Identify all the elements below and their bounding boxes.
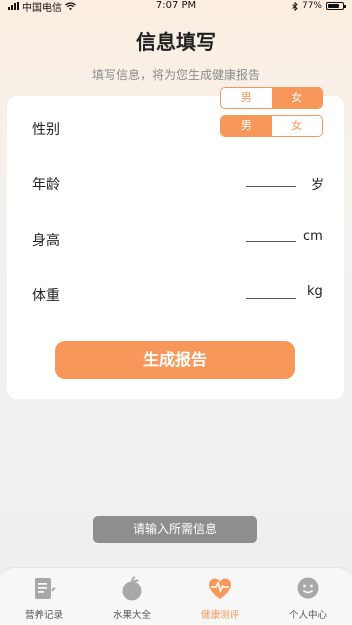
gender-option-male[interactable]: 男	[221, 88, 272, 108]
tab-label: 个人中心	[288, 610, 327, 621]
gender-label: 性别	[32, 122, 60, 138]
tab-fruit-encyclopedia[interactable]: 水果大全	[88, 568, 176, 625]
battery-icon	[326, 2, 346, 10]
gender-option-female[interactable]: 女	[272, 116, 323, 136]
page-subtitle: 填写信息，将为您生成健康报告	[91, 68, 260, 82]
height-label: 身高	[32, 233, 60, 249]
age-label: 年龄	[32, 177, 60, 193]
weight-unit: kg	[307, 284, 323, 299]
age-input[interactable]	[246, 186, 296, 187]
tab-personal-center[interactable]: 个人中心	[264, 568, 352, 625]
gender-toggle: 男 女	[220, 115, 323, 137]
tab-health-assessment[interactable]: 健康测评	[176, 568, 264, 625]
bluetooth-icon	[292, 1, 298, 11]
battery-fill	[328, 4, 339, 8]
page-title: 信息填写	[136, 30, 216, 54]
tab-label: 水果大全	[112, 610, 151, 621]
heart-pulse-icon	[209, 578, 231, 599]
fruit-icon	[122, 576, 142, 601]
tab-label: 营养记录	[24, 610, 63, 621]
status-bar: 中国电信 7:07 PM 77%	[0, 0, 352, 14]
battery-percent: 77%	[301, 1, 322, 11]
height-unit: cm	[303, 229, 323, 244]
status-right: 77%	[292, 0, 346, 12]
tab-bar: 营养记录 水果大全 健康测评 个人中心	[0, 567, 352, 625]
tab-nutrition-record[interactable]: 营养记录	[0, 568, 88, 625]
gender-toggle-top: 男 女	[220, 87, 323, 109]
weight-input[interactable]	[246, 298, 296, 299]
toast-message: 请输入所需信息	[93, 516, 257, 543]
notes-icon	[35, 578, 56, 599]
age-unit: 岁	[311, 178, 325, 193]
weight-label: 体重	[32, 288, 60, 304]
gender-option-female[interactable]: 女	[271, 88, 322, 108]
smiley-face-icon	[297, 577, 319, 599]
gender-option-male[interactable]: 男	[221, 116, 272, 136]
height-input[interactable]	[246, 241, 296, 242]
tab-label: 健康测评	[200, 610, 239, 621]
generate-report-button[interactable]: 生成报告	[55, 341, 295, 379]
